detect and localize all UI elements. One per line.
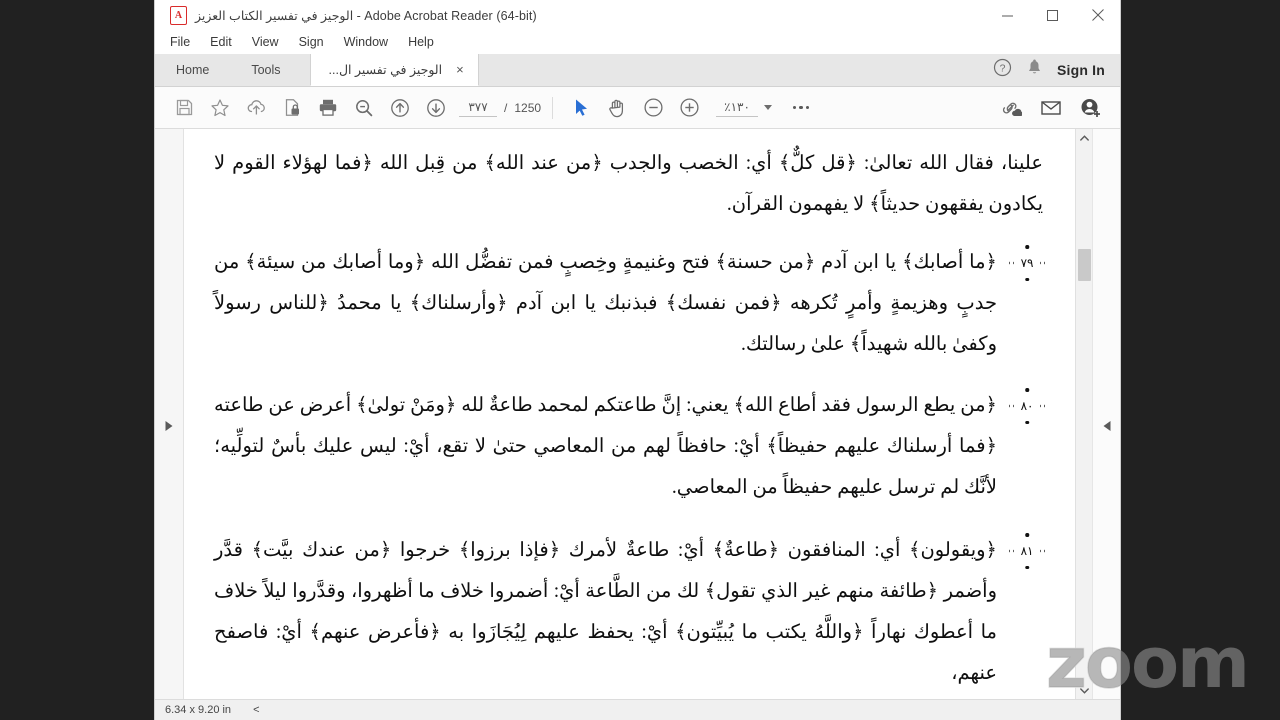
left-navigation-rail[interactable] — [155, 129, 184, 699]
pdf-page-container[interactable]: علينا، فقال الله تعالىٰ: ﴿قل كلٌّ﴾ أي: ا… — [184, 129, 1075, 699]
menu-item-help[interactable]: Help — [408, 35, 434, 49]
page-navigation-group: ٣٧٧ / 1250 — [459, 98, 541, 117]
share-link-cloud-icon[interactable] — [994, 92, 1028, 124]
window-title: الوجيز في تفسير الكتاب العزيز - Adobe Ac… — [195, 8, 537, 23]
menu-bar: File Edit View Sign Window Help — [155, 30, 1120, 54]
arrow-up-circle-icon[interactable] — [383, 92, 417, 124]
expand-left-arrow-icon[interactable] — [1103, 421, 1110, 431]
close-tab-icon[interactable]: × — [454, 61, 466, 78]
chevron-up-icon[interactable] — [1076, 129, 1093, 146]
scroll-thumb[interactable] — [1078, 249, 1091, 281]
menu-item-sign[interactable]: Sign — [299, 35, 324, 49]
menu-item-edit[interactable]: Edit — [210, 35, 232, 49]
vertical-scrollbar[interactable] — [1075, 129, 1092, 699]
page-separator: / — [504, 100, 508, 115]
page-number-input[interactable]: ٣٧٧ — [459, 98, 497, 117]
verse-number: ٧٩ — [1020, 255, 1034, 270]
star-icon[interactable] — [203, 92, 237, 124]
arrow-down-circle-icon[interactable] — [419, 92, 453, 124]
zoom-level-group: ١٣٠٪ — [716, 98, 773, 117]
chevron-down-icon[interactable] — [1076, 682, 1093, 699]
tab-bar-right-group: ? Sign In — [993, 54, 1120, 86]
right-tools-rail[interactable] — [1092, 129, 1120, 699]
paragraph-1: ٧٩ ﴿ما أصابك﴾ يا ابن آدم ﴿من حسنة﴾ فتح و… — [210, 242, 1045, 365]
page-total-count: 1250 — [514, 100, 542, 115]
menu-item-window[interactable]: Window — [344, 35, 388, 49]
svg-text:?: ? — [1000, 62, 1006, 74]
status-bar: 6.34 x 9.20 in < — [155, 699, 1120, 720]
sign-in-button[interactable]: Sign In — [1057, 62, 1105, 78]
toolbar-divider-1 — [552, 96, 554, 119]
envelope-icon[interactable] — [1034, 92, 1068, 124]
verse-marker-81: ٨١ — [1007, 533, 1047, 569]
paragraph-text: ﴿من يطع الرسول فقد أطاع الله﴾ يعني: إنَّ… — [214, 395, 997, 498]
verse-number: ٨٠ — [1020, 398, 1034, 413]
menu-item-file[interactable]: File — [170, 35, 190, 49]
toolbar-right-group — [994, 92, 1108, 124]
paragraph-0: علينا، فقال الله تعالىٰ: ﴿قل كلٌّ﴾ أي: ا… — [210, 143, 1043, 225]
tab-home[interactable]: Home — [155, 54, 230, 86]
close-icon[interactable] — [1075, 0, 1120, 30]
question-circle-icon[interactable]: ? — [993, 58, 1012, 82]
chevron-down-icon[interactable] — [764, 105, 773, 110]
cursor-arrow-icon[interactable] — [564, 92, 598, 124]
collapse-panel-icon[interactable]: < — [253, 704, 259, 716]
paragraph-text: ﴿ويقولون﴾ أي: المنافقون ﴿طاعةٌ﴾ أيْ: طاع… — [214, 540, 997, 684]
pdf-page: علينا، فقال الله تعالىٰ: ﴿قل كلٌّ﴾ أي: ا… — [184, 129, 1075, 699]
search-minus-icon[interactable] — [347, 92, 381, 124]
document-viewer: علينا، فقال الله تعالىٰ: ﴿قل كلٌّ﴾ أي: ا… — [155, 129, 1120, 699]
tab-bar: Home Tools الوجيز في تفسير ال... × ? Sig… — [155, 54, 1120, 87]
paragraph-3: ٨١ ﴿ويقولون﴾ أي: المنافقون ﴿طاعةٌ﴾ أيْ: … — [210, 530, 1045, 694]
main-toolbar: ٣٧٧ / 1250 ١٣٠٪ — [155, 87, 1120, 129]
minimize-icon[interactable] — [985, 0, 1030, 30]
save-floppy-icon[interactable] — [167, 92, 201, 124]
zoom-out-circle-icon[interactable] — [636, 92, 670, 124]
protected-document-icon[interactable] — [275, 92, 309, 124]
verse-marker-79: ٧٩ — [1007, 245, 1047, 281]
ellipsis-icon[interactable] — [784, 92, 818, 124]
paragraph-2: ٨٠ ﴿من يطع الرسول فقد أطاع الله﴾ يعني: إ… — [210, 385, 1045, 508]
printer-icon[interactable] — [311, 92, 345, 124]
maximize-icon[interactable] — [1030, 0, 1075, 30]
zoom-level-value[interactable]: ١٣٠٪ — [716, 98, 759, 117]
tab-document[interactable]: الوجيز في تفسير ال... × — [309, 54, 479, 86]
paragraph-text: ﴿ما أصابك﴾ يا ابن آدم ﴿من حسنة﴾ فتح وغني… — [214, 252, 997, 355]
paragraph-text: علينا، فقال الله تعالىٰ: ﴿قل كلٌّ﴾ أي: ا… — [214, 153, 1043, 215]
add-person-icon[interactable] — [1074, 92, 1108, 124]
zoom-in-circle-icon[interactable] — [672, 92, 706, 124]
hand-icon[interactable] — [600, 92, 634, 124]
page-dimensions-label: 6.34 x 9.20 in — [165, 704, 232, 716]
acrobat-reader-window: الوجيز في تفسير الكتاب العزيز - Adobe Ac… — [155, 0, 1120, 720]
tab-document-label: الوجيز في تفسير ال... — [328, 63, 443, 77]
verse-marker-80: ٨٠ — [1007, 388, 1047, 424]
pdf-logo-icon — [170, 5, 187, 25]
menu-item-view[interactable]: View — [252, 35, 279, 49]
screen-share-canvas: الوجيز في تفسير الكتاب العزيز - Adobe Ac… — [0, 0, 1280, 720]
bell-icon[interactable] — [1026, 59, 1043, 82]
expand-right-arrow-icon[interactable] — [165, 421, 173, 431]
tab-tools[interactable]: Tools — [230, 54, 301, 86]
title-bar: الوجيز في تفسير الكتاب العزيز - Adobe Ac… — [155, 0, 1120, 30]
window-controls — [985, 0, 1120, 30]
verse-number: ٨١ — [1020, 543, 1034, 558]
cloud-upload-icon[interactable] — [239, 92, 273, 124]
